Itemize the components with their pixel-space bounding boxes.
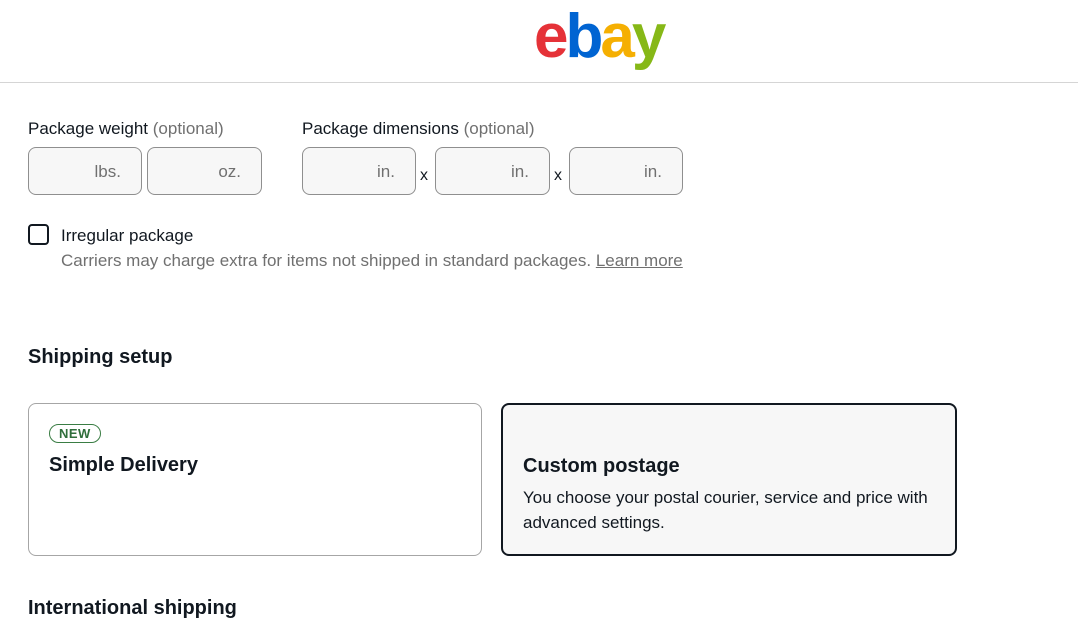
learn-more-link[interactable]: Learn more: [596, 251, 683, 270]
height-unit: in.: [644, 162, 662, 181]
package-dimensions-label: Package dimensions (optional): [302, 119, 535, 138]
width-unit: in.: [511, 162, 529, 181]
new-badge: NEW: [49, 424, 101, 443]
length-unit: in.: [377, 162, 395, 181]
irregular-package-help: Carriers may charge extra for items not …: [61, 251, 683, 270]
oz-unit: oz.: [218, 162, 241, 181]
custom-postage-title: Custom postage: [523, 455, 680, 477]
lbs-unit: lbs.: [94, 162, 121, 181]
package-weight-label: Package weight (optional): [28, 119, 224, 138]
irregular-package-label: Irregular package: [61, 226, 194, 245]
dimension-width-input[interactable]: in.: [435, 147, 550, 195]
dimension-separator: x: [554, 167, 562, 184]
custom-postage-description: You choose your postal courier, service …: [523, 488, 928, 532]
dimension-separator: x: [420, 167, 428, 184]
dimension-height-input[interactable]: in.: [569, 147, 683, 195]
international-shipping-title: International shipping: [28, 597, 237, 619]
simple-delivery-title: Simple Delivery: [49, 454, 198, 476]
header: ebay: [0, 0, 1078, 83]
dimension-length-input[interactable]: in.: [302, 147, 416, 195]
shipping-setup-title: Shipping setup: [28, 346, 173, 368]
weight-lbs-input[interactable]: lbs.: [28, 147, 142, 195]
irregular-package-checkbox[interactable]: [28, 224, 49, 245]
weight-oz-input[interactable]: oz.: [147, 147, 262, 195]
ebay-logo[interactable]: ebay: [534, 2, 666, 72]
simple-delivery-card[interactable]: NEW Simple Delivery: [28, 403, 482, 556]
custom-postage-card[interactable]: Custom postage You choose your postal co…: [501, 403, 957, 556]
